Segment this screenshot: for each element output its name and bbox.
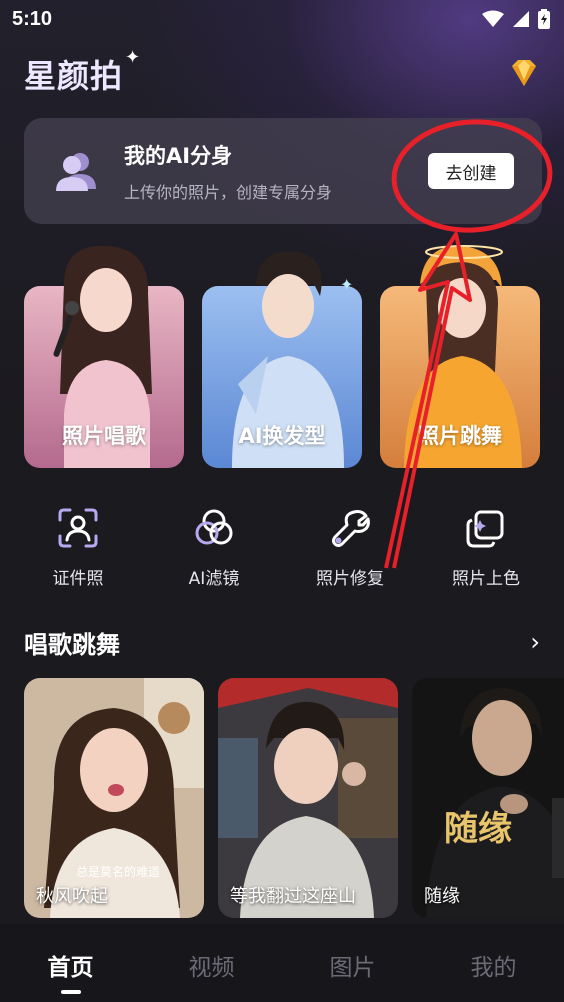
video-row[interactable]: 总是莫名的难道 秋风吹起 等我翻过这座山 随缘 随缘 bbox=[24, 678, 564, 918]
status-icons bbox=[482, 9, 550, 29]
tool-label: AI滤镜 bbox=[188, 569, 240, 589]
chevron-right-icon[interactable]: › bbox=[530, 628, 540, 656]
nav-home[interactable]: 首页 bbox=[21, 948, 121, 994]
tool-label: 证件照 bbox=[52, 569, 104, 589]
app-title: 星颜拍 bbox=[24, 57, 124, 95]
section-title: 唱歌跳舞 bbox=[24, 630, 120, 659]
nav-image[interactable]: 图片 bbox=[303, 948, 403, 982]
nav-video[interactable]: 视频 bbox=[162, 948, 262, 982]
ai-avatar-card[interactable]: 我的AI分身 上传你的照片，创建专属分身 去创建 bbox=[24, 118, 542, 224]
tool-colorize[interactable]: 照片上色 bbox=[431, 506, 541, 596]
nav-profile[interactable]: 我的 bbox=[444, 948, 544, 982]
video-title: 随缘 bbox=[424, 886, 460, 907]
nav-label: 首页 bbox=[47, 955, 94, 981]
tool-id-photo[interactable]: 证件照 bbox=[23, 506, 133, 596]
tool-label: 照片修复 bbox=[316, 569, 384, 589]
status-time: 5:10 bbox=[12, 7, 53, 30]
video-title: 等我翻过这座山 bbox=[230, 886, 356, 907]
video-caption: 总是莫名的难道 bbox=[76, 864, 160, 879]
ai-avatar-icon bbox=[56, 153, 96, 191]
filter-icon bbox=[195, 509, 233, 545]
create-button[interactable]: 去创建 bbox=[428, 153, 514, 189]
feature-row: 照片唱歌 ✦ AI换发型 照片跳舞 bbox=[24, 244, 564, 470]
poster-text: 随缘 bbox=[444, 809, 512, 849]
nav-label: 图片 bbox=[329, 955, 376, 981]
tool-photo-repair[interactable]: 照片修复 bbox=[295, 506, 405, 596]
feature-photo-dance[interactable]: 照片跳舞 bbox=[380, 245, 540, 468]
app-title-wrap: 星颜拍 ✦ bbox=[24, 47, 140, 97]
section-header: 唱歌跳舞 › bbox=[24, 622, 540, 662]
nav-active-indicator bbox=[60, 990, 81, 994]
feature-ai-hairstyle[interactable]: ✦ AI换发型 bbox=[202, 251, 362, 468]
tool-row: 证件照 AI滤镜 照片修复 照片上色 bbox=[0, 506, 564, 596]
ai-card-texts: 我的AI分身 上传你的照片，创建专属分身 bbox=[124, 140, 428, 203]
tool-label: 照片上色 bbox=[452, 569, 520, 589]
ai-card-subtitle: 上传你的照片，创建专属分身 bbox=[124, 182, 333, 202]
nav-label: 我的 bbox=[470, 955, 517, 981]
tool-ai-filter[interactable]: AI滤镜 bbox=[159, 506, 269, 596]
bottom-nav: 首页 视频 图片 我的 bbox=[0, 924, 564, 1002]
svg-text:✦: ✦ bbox=[340, 275, 353, 294]
battery-icon bbox=[538, 9, 550, 29]
wrench-icon bbox=[332, 510, 370, 547]
colorize-icon bbox=[466, 510, 504, 548]
video-title: 秋风吹起 bbox=[36, 886, 108, 907]
video-card[interactable]: 随缘 随缘 bbox=[412, 678, 564, 918]
video-card[interactable]: 等我翻过这座山 bbox=[218, 678, 398, 918]
feature-photo-sing[interactable]: 照片唱歌 bbox=[24, 245, 184, 468]
feature-label-hair: AI换发型 bbox=[238, 424, 326, 448]
vip-diamond-icon[interactable] bbox=[504, 54, 544, 94]
feature-label-dance: 照片跳舞 bbox=[418, 424, 502, 448]
ai-card-title: 我的AI分身 bbox=[124, 143, 233, 168]
video-card[interactable]: 总是莫名的难道 秋风吹起 bbox=[24, 678, 204, 918]
app-header: 星颜拍 ✦ bbox=[24, 47, 544, 97]
id-photo-icon bbox=[58, 508, 98, 548]
sparkle-icon: ✦ bbox=[125, 47, 141, 68]
status-bar: 5:10 bbox=[0, 0, 564, 38]
feature-label-sing: 照片唱歌 bbox=[62, 424, 146, 448]
wifi-icon bbox=[482, 10, 504, 27]
signal-icon bbox=[513, 11, 529, 27]
nav-label: 视频 bbox=[188, 955, 235, 981]
